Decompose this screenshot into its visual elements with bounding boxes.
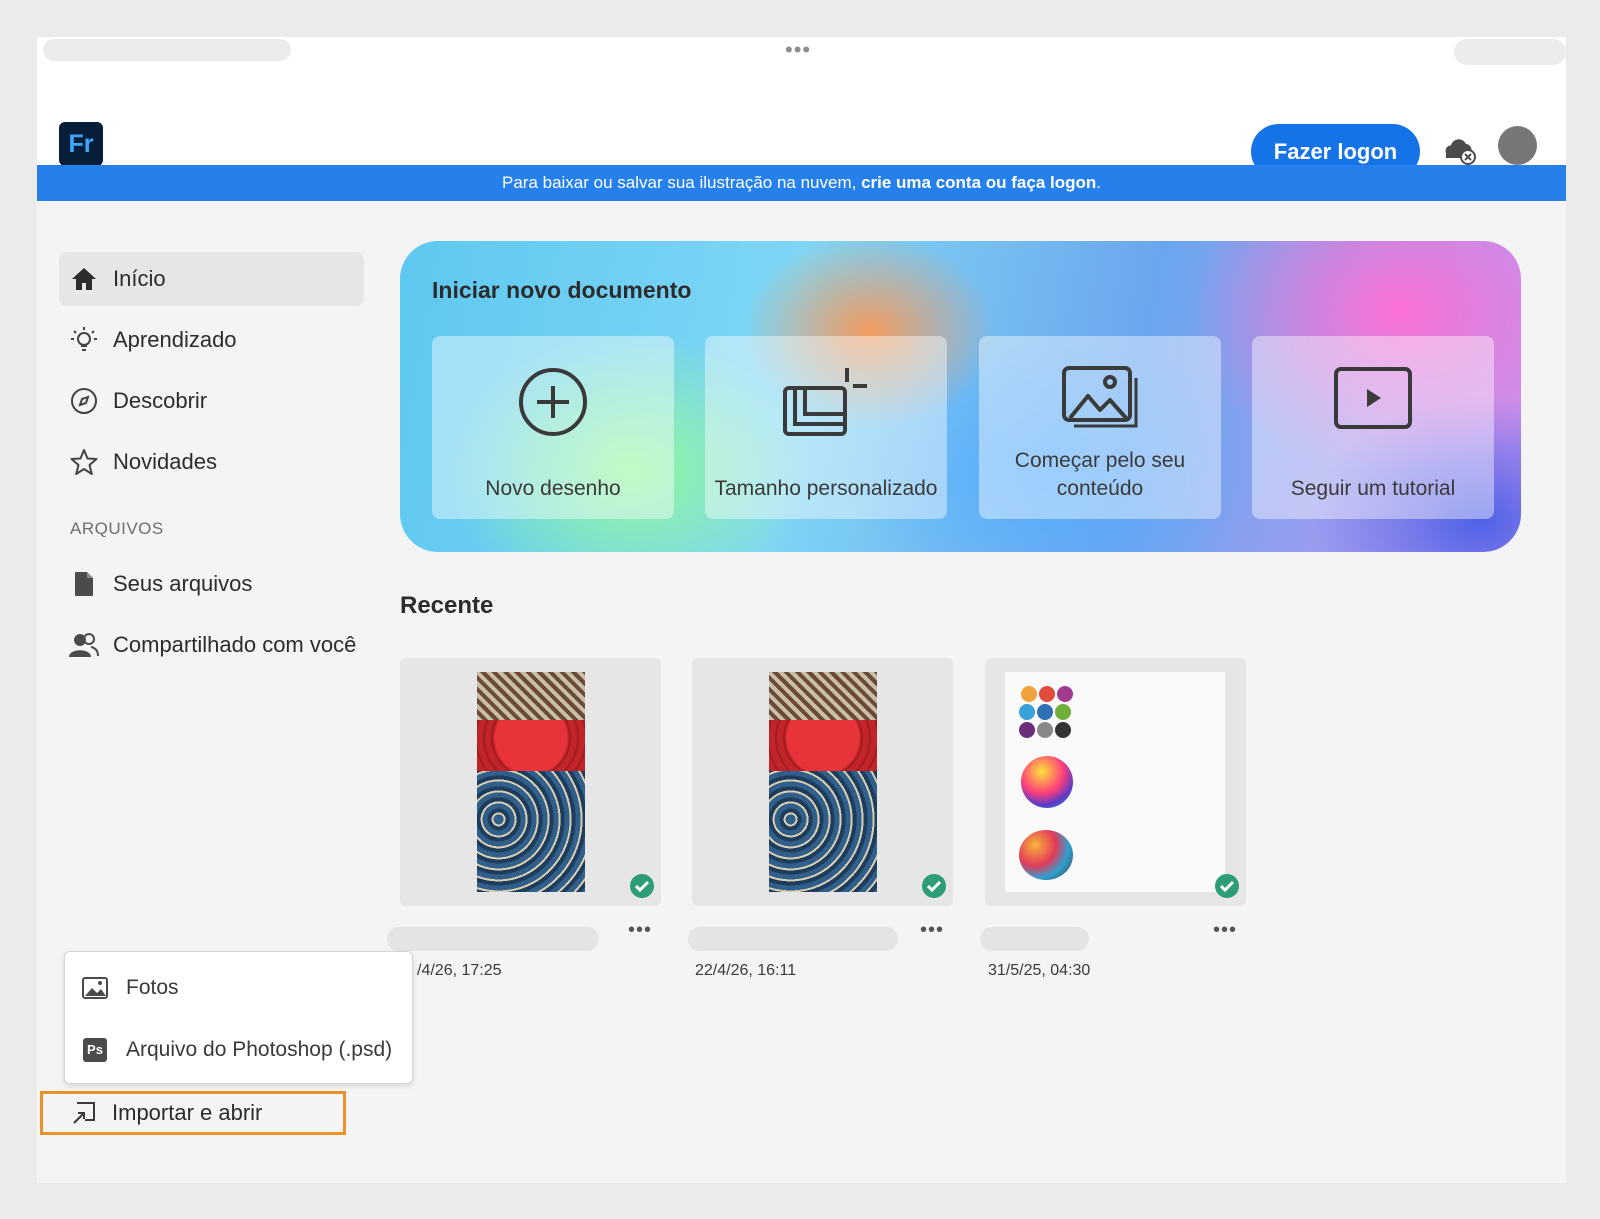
file-date: /4/26, 17:25 (417, 962, 502, 979)
synced-check-icon (1215, 874, 1239, 898)
file-date: 22/4/26, 16:11 (695, 962, 797, 979)
file-name-placeholder (980, 927, 1089, 951)
file-more-button[interactable]: ••• (628, 919, 652, 942)
play-icon (1334, 367, 1412, 429)
image-icon (1062, 366, 1138, 428)
plus-circle-icon (519, 368, 587, 436)
file-date: 31/5/25, 04:30 (988, 962, 1091, 979)
lightbulb-icon (69, 325, 99, 355)
banner-text: Para baixar ou salvar sua ilustração na … (501, 173, 862, 192)
artwork-preview (1005, 672, 1225, 892)
file-name-placeholder (387, 927, 599, 951)
synced-check-icon (630, 874, 654, 898)
sidebar-item-label: Descobrir (113, 388, 208, 413)
sidebar-item-label: Compartilhado com você (113, 632, 357, 657)
multitasking-dots-icon[interactable]: ••• (785, 39, 811, 61)
sidebar-item-inicio[interactable]: Início (59, 252, 364, 306)
new-drawing-card[interactable]: Novo desenho (432, 336, 674, 519)
new-document-title: Iniciar novo documento (432, 277, 692, 303)
sidebar-item-label: Seus arquivos (113, 571, 253, 596)
new-document-panel: Iniciar novo documento Novo desenho Tama… (400, 241, 1521, 552)
file-more-button[interactable]: ••• (920, 919, 944, 942)
file-name-placeholder (688, 927, 898, 951)
signin-banner: Para baixar ou salvar sua ilustração na … (37, 165, 1566, 201)
status-bar-placeholder-left (43, 39, 291, 61)
status-bar: ••• (37, 37, 1566, 67)
home-icon (69, 264, 99, 294)
banner-signin-link[interactable]: crie uma conta ou faça logon (861, 173, 1096, 192)
card-label: Novo desenho (485, 477, 621, 500)
document-icon (69, 569, 99, 599)
start-from-content-card[interactable]: Começar pelo seu conteúdo (979, 336, 1221, 519)
cloud-offline-icon[interactable] (1442, 135, 1478, 167)
sidebar-item-compartilhado[interactable]: Compartilhado com você (59, 618, 364, 672)
tutorial-card[interactable]: Seguir um tutorial (1252, 336, 1494, 519)
people-icon (69, 630, 99, 660)
import-menu: Fotos Ps Arquivo do Photoshop (.psd) (64, 951, 413, 1084)
status-bar-placeholder-right (1454, 39, 1566, 65)
custom-size-icon (783, 368, 867, 436)
sidebar-item-label: Aprendizado (113, 327, 237, 352)
photo-icon (81, 974, 109, 1002)
artwork-preview (477, 672, 585, 892)
sidebar-item-aprendizado[interactable]: Aprendizado (59, 313, 364, 367)
import-label: Importar e abrir (112, 1100, 263, 1125)
avatar[interactable] (1498, 126, 1537, 165)
recent-file-thumbnail[interactable] (692, 658, 953, 906)
photoshop-badge: Ps (83, 1038, 107, 1062)
import-and-open-button[interactable]: Importar e abrir (40, 1091, 346, 1135)
fresco-logo: Fr (59, 122, 103, 166)
import-icon (70, 1099, 98, 1127)
files-section-label: ARQUIVOS (70, 519, 164, 538)
card-label: Tamanho personalizado (714, 477, 938, 500)
compass-icon (69, 386, 99, 416)
sidebar-item-label: Início (113, 266, 166, 291)
sidebar-item-novidades[interactable]: Novidades (59, 435, 364, 489)
file-more-button[interactable]: ••• (1213, 919, 1237, 942)
synced-check-icon (922, 874, 946, 898)
recent-file-thumbnail[interactable] (400, 658, 661, 906)
sidebar-item-label: Novidades (113, 449, 217, 474)
import-photos-item[interactable]: Fotos (81, 968, 179, 1008)
menu-item-label: Fotos (126, 976, 179, 999)
import-psd-item[interactable]: Ps Arquivo do Photoshop (.psd) (81, 1030, 392, 1070)
menu-item-label: Arquivo do Photoshop (.psd) (126, 1038, 393, 1061)
custom-size-card[interactable]: Tamanho personalizado (705, 336, 947, 519)
card-label: Seguir um tutorial (1290, 477, 1456, 500)
app-window: ••• Fr Fazer logon Para baixar ou salvar… (37, 37, 1566, 1183)
sidebar-item-seus-arquivos[interactable]: Seus arquivos (59, 557, 364, 611)
banner-suffix: . (1096, 173, 1102, 192)
recent-file-thumbnail[interactable] (985, 658, 1246, 906)
photoshop-icon: Ps (81, 1036, 109, 1064)
sidebar-item-descobrir[interactable]: Descobrir (59, 374, 364, 428)
recent-title: Recente (400, 592, 494, 619)
card-label: Começar pelo seu conteúdo (1014, 449, 1186, 500)
artwork-preview (769, 672, 877, 892)
star-icon (69, 447, 99, 477)
